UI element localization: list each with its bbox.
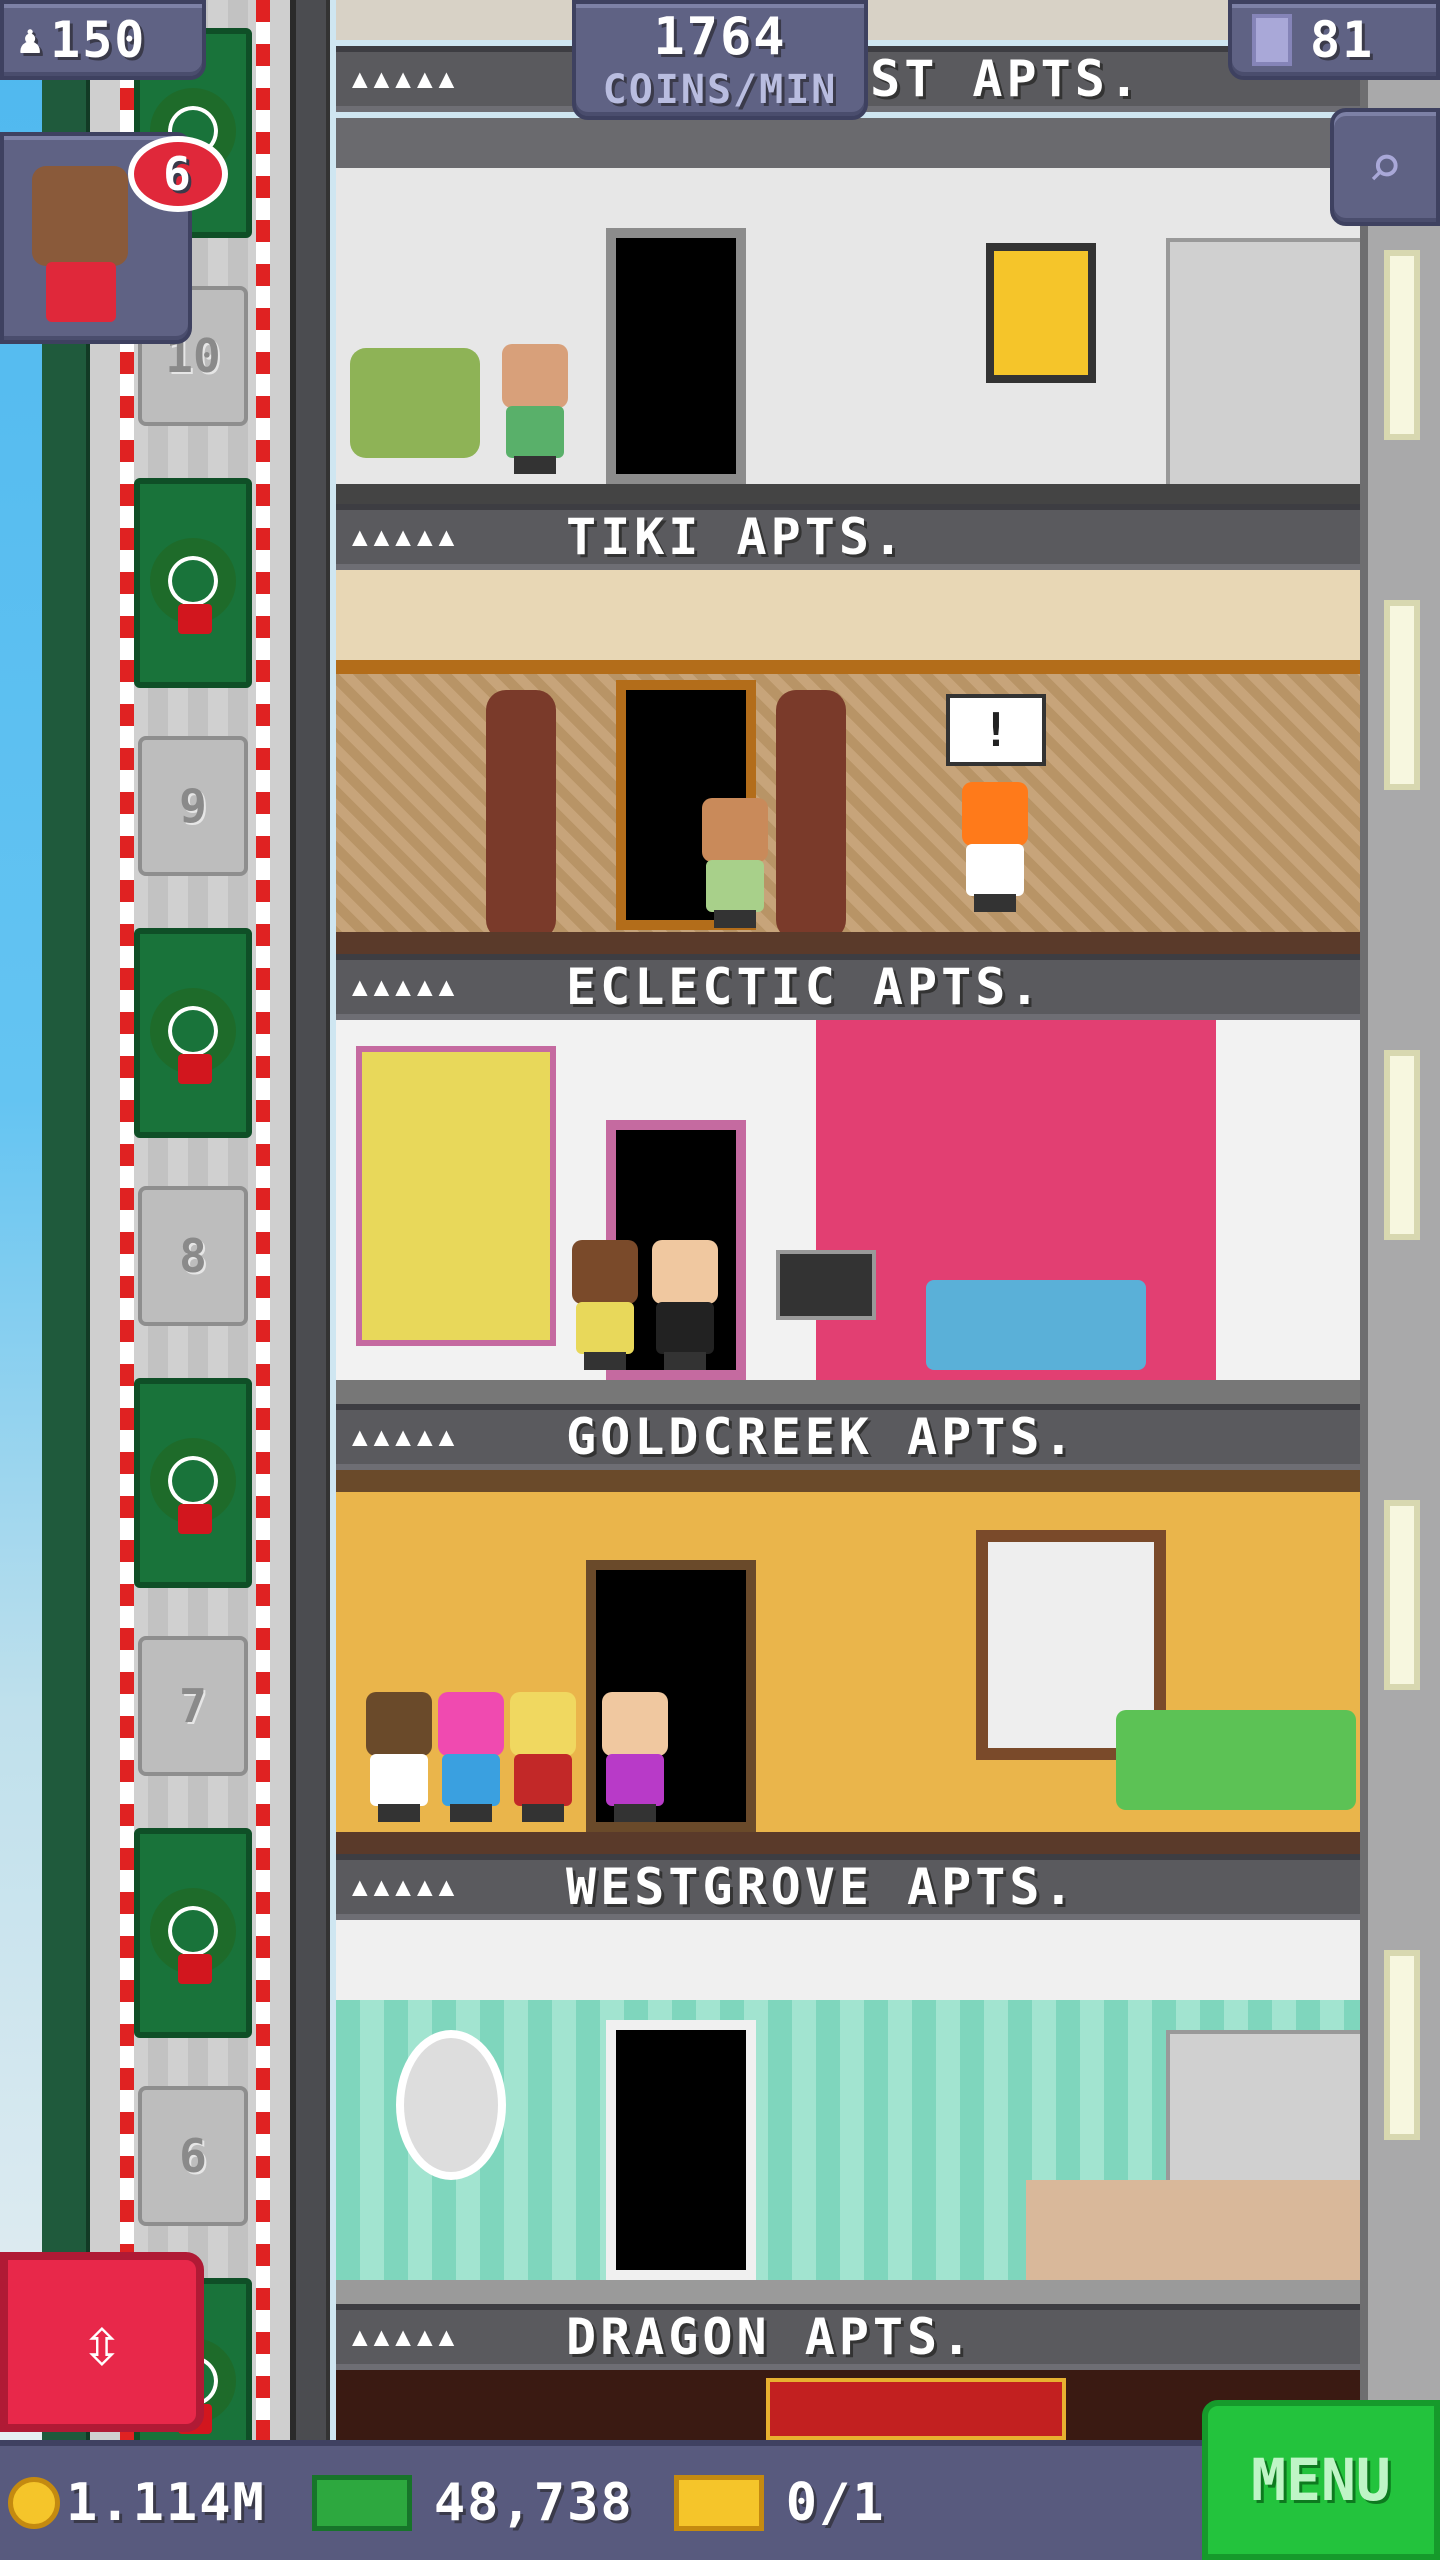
- floor-sign[interactable]: ▲▲▲▲▲ TIKI APTS.: [336, 504, 1360, 570]
- floor-tiki-apts[interactable]: !: [336, 570, 1360, 954]
- elevator-car[interactable]: [134, 478, 252, 688]
- floor-name: ECLECTIC APTS.: [566, 958, 1044, 1016]
- speech-bubble[interactable]: !: [946, 694, 1046, 766]
- bow-icon: [178, 604, 212, 634]
- floor-stars: ▲▲▲▲▲: [352, 1422, 461, 1452]
- tiki-statue: [486, 690, 556, 940]
- resident[interactable]: [696, 798, 774, 928]
- elevator-floor-6[interactable]: 6: [138, 2086, 248, 2226]
- elevator-floor-9[interactable]: 9: [138, 736, 248, 876]
- floor-sign[interactable]: ▲▲▲▲▲ ECLECTIC APTS.: [336, 954, 1360, 1020]
- tower-window: [1384, 250, 1420, 440]
- apartment-door[interactable]: [606, 2020, 756, 2280]
- floor-count-panel[interactable]: 81: [1228, 0, 1440, 80]
- bow-icon: [178, 1504, 212, 1534]
- coin-icon: [8, 2477, 60, 2529]
- tower-window: [1384, 600, 1420, 790]
- population-icon: ♟: [18, 17, 45, 63]
- bow-icon: [178, 1054, 212, 1084]
- search-icon: ⌕: [1366, 132, 1404, 202]
- floor-name: EST APTS.: [836, 50, 1143, 108]
- kitchen-counter: [1026, 2180, 1360, 2280]
- tiki-statue: [776, 690, 846, 940]
- coins-per-min-panel[interactable]: 1764 COINS/MIN: [572, 0, 868, 120]
- resident[interactable]: [956, 782, 1034, 912]
- kitchen-cabinet: [1166, 2030, 1360, 2200]
- tv: [776, 1250, 876, 1320]
- floor-stars: ▲▲▲▲▲: [352, 1872, 461, 1902]
- resident[interactable]: [504, 1692, 582, 1822]
- coins-per-min-value: 1764: [653, 7, 787, 67]
- floor-sign[interactable]: ▲▲▲▲▲ DRAGON APTS.: [336, 2304, 1360, 2370]
- apartment-door[interactable]: [606, 228, 746, 484]
- population-value: 150: [50, 11, 147, 69]
- bitizen-notification[interactable]: 6: [0, 132, 228, 344]
- floor-sign[interactable]: ▲▲▲▲▲ GOLDCREEK APTS.: [336, 1404, 1360, 1470]
- menu-button[interactable]: MENU: [1202, 2400, 1440, 2560]
- floor-stars: ▲▲▲▲▲: [352, 522, 461, 552]
- candy-cane-pole-right: [256, 0, 270, 2440]
- floor-westgrove-apts[interactable]: [336, 1920, 1360, 2304]
- coins-display[interactable]: 1.114M: [8, 2473, 266, 2533]
- floor-goldcreek-apts[interactable]: [336, 1470, 1360, 1854]
- floor-count-value: 81: [1310, 11, 1375, 69]
- green-sofa: [1116, 1710, 1356, 1810]
- floor-stars: ▲▲▲▲▲: [352, 972, 461, 1002]
- floor-sign[interactable]: ▲▲▲▲▲ WESTGROVE APTS.: [336, 1854, 1360, 1920]
- candy-cane-pole-left: [120, 0, 134, 2440]
- coins-value: 1.114M: [66, 2473, 266, 2533]
- resident[interactable]: [496, 344, 574, 474]
- bux-display[interactable]: 48,738: [311, 2473, 634, 2533]
- bux-value: 48,738: [433, 2473, 634, 2533]
- floor-name: GOLDCREEK APTS.: [566, 1408, 1078, 1466]
- tower-window: [1384, 1500, 1420, 1690]
- search-button[interactable]: ⌕: [1330, 108, 1440, 226]
- tower-window: [1384, 1950, 1420, 2140]
- resident[interactable]: [360, 1692, 438, 1822]
- floor-name: TIKI APTS.: [566, 508, 908, 566]
- resident[interactable]: [646, 1240, 724, 1370]
- armchair: [350, 348, 480, 458]
- elevator-car[interactable]: [134, 1378, 252, 1588]
- notification-badge: 6: [128, 136, 228, 212]
- resident[interactable]: [432, 1692, 510, 1822]
- up-down-arrows-icon: ⇳: [80, 2301, 124, 2383]
- kitchen-cabinet: [1166, 238, 1360, 488]
- coins-per-min-label: COINS/MIN: [602, 67, 838, 113]
- floor-stars: ▲▲▲▲▲: [352, 64, 461, 94]
- bux-icon: [311, 2475, 412, 2531]
- elevator-car[interactable]: [134, 928, 252, 1138]
- elevator-floor-7[interactable]: 7: [138, 1636, 248, 1776]
- elevator-shaft-frame: [42, 0, 92, 2440]
- floor-name: WESTGROVE APTS.: [566, 1858, 1078, 1916]
- population-counter[interactable]: ♟ 150: [0, 0, 206, 80]
- bitizen-avatar-body: [46, 262, 116, 322]
- floor-name: DRAGON APTS.: [566, 2308, 976, 2366]
- bow-icon: [178, 1954, 212, 1984]
- building-icon: [1252, 14, 1292, 66]
- tower-window: [1384, 1050, 1420, 1240]
- elevator-car[interactable]: [134, 1828, 252, 2038]
- oval-mirror: [396, 2030, 506, 2180]
- resident[interactable]: [566, 1240, 644, 1370]
- resident[interactable]: [596, 1692, 674, 1822]
- floor-apartment-white[interactable]: [336, 118, 1360, 504]
- elevator-floor-8[interactable]: 8: [138, 1186, 248, 1326]
- abstract-painting: [356, 1046, 556, 1346]
- wall-picture: [986, 243, 1096, 383]
- elevator-rail: [290, 0, 330, 2440]
- sofa: [926, 1280, 1146, 1370]
- elevator-control-button[interactable]: ⇳: [0, 2252, 204, 2432]
- tickets-value: 0/1: [785, 2473, 886, 2533]
- tickets-display[interactable]: 0/1: [673, 2473, 886, 2533]
- floor-eclectic-apts[interactable]: [336, 1020, 1360, 1404]
- bitizen-avatar: [32, 166, 128, 266]
- floor-stars: ▲▲▲▲▲: [352, 2322, 461, 2352]
- ticket-icon: [673, 2475, 764, 2531]
